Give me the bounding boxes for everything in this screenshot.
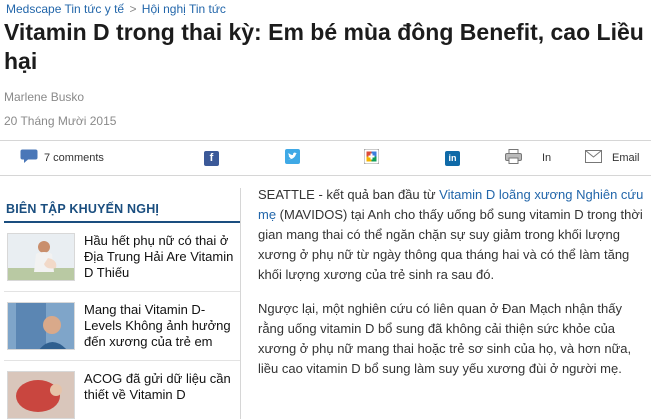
facebook-share-button[interactable]: f xyxy=(204,141,219,175)
breadcrumb: Medscape Tin tức y tế > Hội nghị Tin tức xyxy=(6,2,226,16)
breadcrumb-separator: > xyxy=(129,2,137,16)
facebook-icon: f xyxy=(204,150,219,166)
recommendation-thumbnail[interactable] xyxy=(7,302,75,350)
google-plus-icon xyxy=(363,148,380,167)
email-icon xyxy=(585,150,602,166)
paragraph-rest: (MAVIDOS) tại Anh cho thấy uống bổ sung … xyxy=(258,207,643,282)
recommendation-title[interactable]: ACOG đã gửi dữ liệu cần thiết về Vitamin… xyxy=(84,371,236,403)
google-plus-share-button[interactable] xyxy=(363,141,380,175)
recommendation-thumbnail[interactable] xyxy=(7,371,75,419)
recommendation-item[interactable]: Hầu hết phụ nữ có thai ở Địa Trung Hải A… xyxy=(4,223,240,292)
twitter-icon xyxy=(285,149,300,167)
twitter-share-button[interactable] xyxy=(285,141,300,175)
column-divider xyxy=(240,188,241,419)
print-icon xyxy=(505,149,522,167)
comments-count: 7 comments xyxy=(44,152,104,164)
breadcrumb-link-medscape[interactable]: Medscape Tin tức y tế xyxy=(6,2,124,16)
linkedin-share-button[interactable]: in xyxy=(445,141,460,175)
recommendation-item[interactable]: Mang thai Vitamin D-Levels Không ảnh hưở… xyxy=(4,292,240,361)
article-title: Vitamin D trong thai kỳ: Em bé mùa đông … xyxy=(4,19,644,74)
comments-button[interactable]: 7 comments xyxy=(20,141,104,175)
paragraph-lead: SEATTLE - kết quả ban đầu từ xyxy=(258,187,440,202)
recommendation-title[interactable]: Hầu hết phụ nữ có thai ở Địa Trung Hải A… xyxy=(84,233,236,281)
recommendation-title[interactable]: Mang thai Vitamin D-Levels Không ảnh hưở… xyxy=(84,302,236,350)
email-button[interactable]: Email xyxy=(585,141,640,175)
share-toolbar: 7 comments f in In Email xyxy=(0,140,651,176)
print-label: In xyxy=(542,152,552,164)
editorial-recommendations: BIÊN TẬP KHUYẾN NGHỊ Hầu hết phụ nữ có t… xyxy=(4,196,240,419)
breadcrumb-link-conference[interactable]: Hội nghị Tin tức xyxy=(142,2,226,16)
print-button[interactable]: In xyxy=(505,141,551,175)
article-body: SEATTLE - kết quả ban đầu từ Vitamin D l… xyxy=(258,185,648,393)
author-name[interactable]: Marlene Busko xyxy=(4,90,84,104)
email-label: Email xyxy=(612,152,640,164)
article-paragraph: Ngược lại, một nghiên cứu có liên quan ở… xyxy=(258,301,632,376)
comment-icon xyxy=(20,149,38,167)
article-paragraph: SEATTLE - kết quả ban đầu từ Vitamin D l… xyxy=(258,185,648,285)
recommendation-thumbnail[interactable] xyxy=(7,233,75,281)
recommendation-item[interactable]: ACOG đã gửi dữ liệu cần thiết về Vitamin… xyxy=(4,361,240,419)
publish-date: 20 Tháng Mười 2015 xyxy=(4,114,117,128)
linkedin-icon: in xyxy=(445,150,460,166)
sidebar-heading: BIÊN TẬP KHUYẾN NGHỊ xyxy=(4,196,240,223)
